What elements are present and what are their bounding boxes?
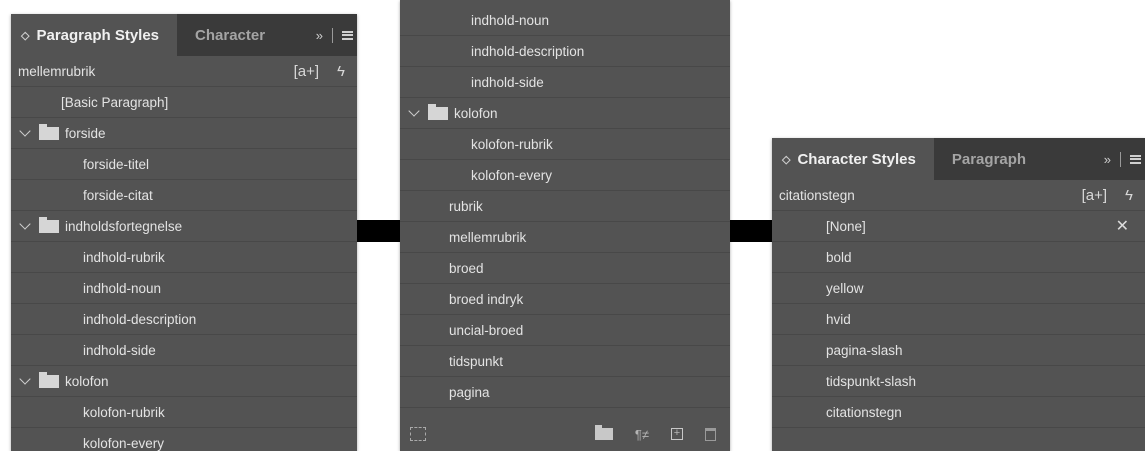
chevron-down-icon[interactable] (19, 373, 31, 385)
style-item[interactable]: citationstegn (772, 397, 1145, 428)
paragraph-styles-panel-scrolled: indhold-noun indhold-description indhold… (400, 0, 730, 451)
panel-tabbar: ◇ Paragraph Styles Character » (11, 14, 357, 56)
style-item[interactable]: indhold-description (400, 36, 730, 67)
style-group[interactable]: indholdsfortegnelse (11, 211, 357, 242)
chevron-down-icon[interactable] (408, 105, 420, 117)
current-style-name: mellemrubrik (18, 63, 96, 79)
style-item[interactable]: indhold-rubrik (11, 242, 357, 273)
new-group-icon[interactable] (594, 425, 613, 440)
clear-overrides-icon[interactable]: ¶≠ (635, 427, 649, 442)
style-item[interactable]: [None] ✕ (772, 211, 1145, 242)
no-edit-icon: ✕ (1115, 218, 1129, 235)
style-group[interactable]: kolofon (400, 98, 730, 129)
style-item[interactable]: pagina-slash (772, 335, 1145, 366)
sort-icon: ◇ (21, 29, 30, 42)
chevron-down-icon[interactable] (19, 218, 31, 230)
style-group[interactable]: forside (11, 118, 357, 149)
style-item[interactable]: bold (772, 242, 1145, 273)
style-item[interactable]: tidspunkt (400, 346, 730, 377)
style-item[interactable]: rubrik (400, 191, 730, 222)
character-styles-panel: ◇ Character Styles Paragraph » citations… (772, 138, 1145, 451)
style-item[interactable]: yellow (772, 273, 1145, 304)
divider (332, 27, 333, 43)
load-styles-icon[interactable] (410, 427, 426, 441)
folder-icon (39, 216, 59, 233)
quick-apply-icon[interactable]: ϟ (337, 63, 345, 80)
style-item[interactable]: hvid (772, 304, 1145, 335)
connector-bar (357, 220, 400, 242)
new-style-from-selection-icon[interactable]: [a+] (294, 63, 319, 80)
style-item[interactable]: kolofon-every (11, 428, 357, 451)
folder-icon (428, 103, 448, 120)
style-group[interactable]: kolofon (11, 366, 357, 397)
current-style-row: mellemrubrik [a+] ϟ (11, 56, 357, 87)
style-item[interactable]: forside-citat (11, 180, 357, 211)
style-item[interactable]: indhold-side (11, 335, 357, 366)
new-style-icon[interactable]: + (671, 428, 683, 440)
panel-menu-icon[interactable] (1130, 154, 1141, 164)
quick-apply-icon[interactable]: ϟ (1125, 187, 1133, 204)
style-item[interactable]: broed (400, 253, 730, 284)
style-item[interactable]: kolofon-every (400, 160, 730, 191)
connector-bar (730, 220, 772, 242)
new-style-from-selection-icon[interactable]: [a+] (1082, 187, 1107, 204)
chevron-down-icon[interactable] (19, 125, 31, 137)
panel-tabbar: ◇ Character Styles Paragraph » (772, 138, 1145, 180)
expand-icon[interactable]: » (1104, 152, 1111, 167)
style-item[interactable]: kolofon-rubrik (400, 129, 730, 160)
folder-icon (39, 371, 59, 388)
paragraph-styles-panel: ◇ Paragraph Styles Character » mellemrub… (11, 14, 357, 451)
style-item[interactable]: indhold-description (11, 304, 357, 335)
style-item[interactable]: indhold-noun (400, 5, 730, 36)
folder-icon (39, 123, 59, 140)
style-item[interactable]: pagina (400, 377, 730, 408)
style-item[interactable]: indhold-side (400, 67, 730, 98)
sort-icon: ◇ (782, 153, 791, 166)
style-item[interactable]: broed indryk (400, 284, 730, 315)
style-item[interactable]: tidspunkt-slash (772, 366, 1145, 397)
style-item[interactable]: indhold-noun (11, 273, 357, 304)
divider (1120, 151, 1121, 167)
style-item[interactable]: uncial-broed (400, 315, 730, 346)
tab-paragraph-styles[interactable]: ◇ Paragraph Styles (11, 14, 178, 56)
current-style-name: citationstegn (779, 187, 855, 203)
panel-menu-icon[interactable] (342, 30, 353, 40)
panel-bottom-toolbar: ¶≠ + (400, 417, 730, 451)
style-item[interactable]: [Basic Paragraph] (11, 87, 357, 118)
tab-character-styles[interactable]: Character (177, 14, 273, 56)
delete-icon[interactable] (705, 427, 716, 441)
current-style-row: citationstegn [a+] ϟ (772, 180, 1145, 211)
expand-icon[interactable]: » (316, 28, 323, 43)
style-item[interactable]: forside-titel (11, 149, 357, 180)
style-item[interactable]: kolofon-rubrik (11, 397, 357, 428)
tab-character-styles[interactable]: ◇ Character Styles (772, 138, 934, 180)
style-item[interactable]: mellemrubrik (400, 222, 730, 253)
tab-paragraph-styles[interactable]: Paragraph (934, 138, 1040, 180)
